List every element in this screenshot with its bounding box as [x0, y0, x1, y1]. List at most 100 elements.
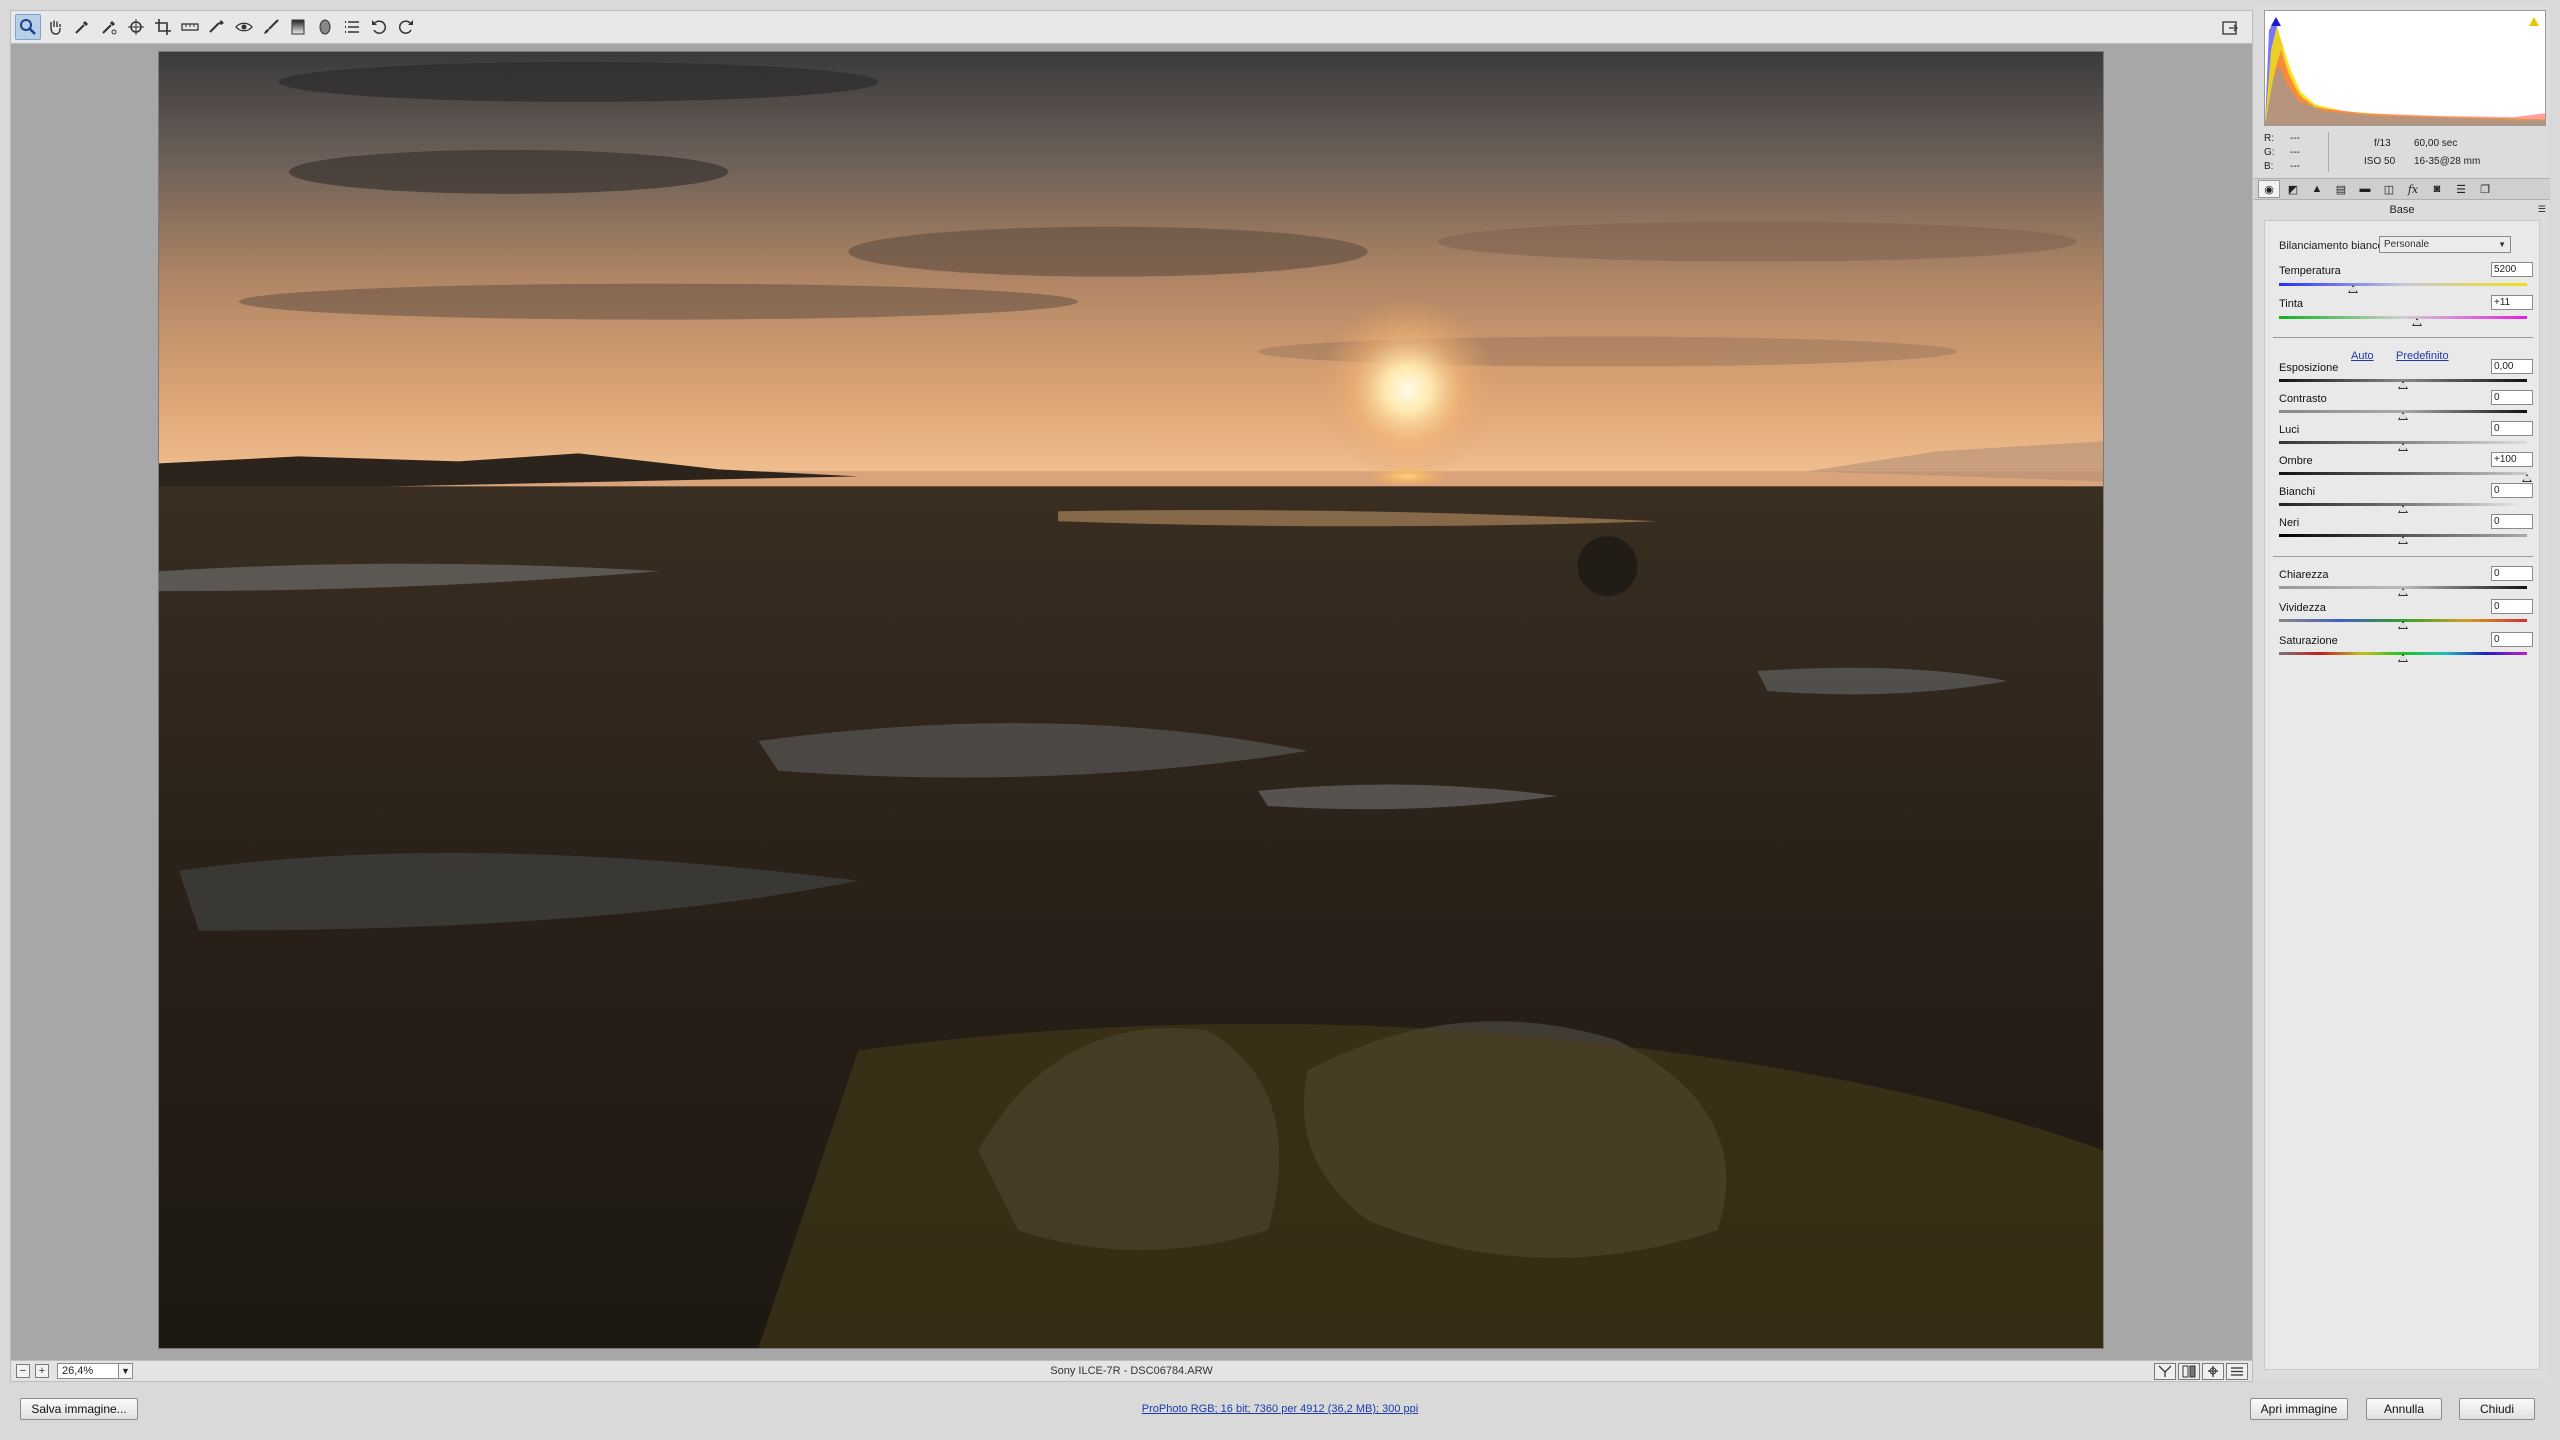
clarity-label: Chiarezza: [2279, 569, 2329, 581]
rotate-right-button[interactable]: [393, 14, 419, 40]
crop-tool-button[interactable]: [150, 14, 176, 40]
cancel-button[interactable]: Annulla: [2366, 1398, 2442, 1420]
tint-label: Tinta: [2279, 298, 2304, 310]
menu-lines-icon: [2231, 1367, 2243, 1376]
blacks-label: Neri: [2279, 517, 2300, 529]
tab-presets[interactable]: ☰: [2450, 180, 2472, 198]
temperature-label: Temperatura: [2279, 265, 2341, 277]
spot-removal-tool-button[interactable]: [204, 14, 230, 40]
adjustments-panel: R: --- G: --- B: --- f/13 60,00 sec ISO 50 …: [2254, 6, 2550, 1382]
white-balance-select[interactable]: Personale ▼: [2379, 236, 2511, 253]
spot-removal-icon: [209, 20, 224, 33]
highlights-label: Luci: [2279, 424, 2300, 436]
image-preview-area[interactable]: [10, 44, 2253, 1360]
default-link[interactable]: Predefinito: [2396, 350, 2449, 362]
temperature-slider-thumb[interactable]: [2348, 285, 2359, 293]
shadows-slider-track[interactable]: [2279, 472, 2527, 475]
color-sampler-tool-button[interactable]: [96, 14, 122, 40]
vibrance-value[interactable]: 0: [2491, 599, 2533, 614]
preview-status-bar: − + 26,4% ▼ Sony ILCE-7R - DSC06784.ARW: [10, 1360, 2253, 1382]
photo-preview[interactable]: [158, 51, 2104, 1349]
hand-tool-button[interactable]: [42, 14, 68, 40]
radial-filter-tool-button[interactable]: [312, 14, 338, 40]
sunset-seascape-image: [159, 52, 2103, 1348]
straighten-tool-button[interactable]: [177, 14, 203, 40]
open-image-button[interactable]: Apri immagine: [2250, 1398, 2348, 1420]
zoom-tool-button[interactable]: [15, 14, 41, 40]
contrast-slider-thumb[interactable]: [2398, 412, 2408, 420]
red-eye-tool-button[interactable]: [231, 14, 257, 40]
exposure-value[interactable]: 0,00: [2491, 359, 2533, 374]
image-filename: Sony ILCE-7R - DSC06784.ARW: [1050, 1365, 1213, 1377]
white-balance-label: Bilanciamento bianco:: [2279, 240, 2387, 252]
b-readout: B: ---: [2264, 161, 2300, 172]
tab-tone-curve[interactable]: ◩: [2282, 180, 2304, 198]
highlights-value[interactable]: 0: [2491, 421, 2533, 436]
adjustment-brush-tool-button[interactable]: [258, 14, 284, 40]
before-after-toggle-button[interactable]: [2154, 1363, 2176, 1380]
temperature-slider-track[interactable]: [2279, 283, 2527, 286]
shutter-value: 60,00 sec: [2414, 138, 2458, 149]
camera-info: R: --- G: --- B: --- f/13 60,00 sec ISO 50 …: [2264, 128, 2546, 176]
whites-label: Bianchi: [2279, 486, 2316, 498]
toggle-fullscreen-button[interactable]: [2217, 15, 2243, 41]
targeted-adjustment-tool-button[interactable]: [123, 14, 149, 40]
tab-split-toning[interactable]: ▬: [2354, 180, 2376, 198]
preview-preferences-button[interactable]: [2226, 1363, 2248, 1380]
workflow-options-link[interactable]: ProPhoto RGB; 16 bit; 7360 per 4912 (36,…: [0, 1403, 2560, 1415]
rotate-left-button[interactable]: [366, 14, 392, 40]
blacks-slider-thumb[interactable]: [2398, 536, 2408, 544]
shadow-clipping-indicator[interactable]: [2271, 17, 2281, 26]
panel-tabs: ◉ ◩ ▲ ▤ ▬ ◫ fx ◙ ☰ ❐: [2254, 178, 2550, 200]
tab-base[interactable]: ◉: [2258, 180, 2280, 198]
rotate-right-icon: [398, 20, 413, 34]
exposure-slider-thumb[interactable]: [2398, 381, 2408, 389]
auto-link[interactable]: Auto: [2351, 350, 2374, 362]
panel-menu-icon[interactable]: ☰: [2538, 204, 2546, 215]
shadows-slider-thumb[interactable]: [2522, 474, 2532, 482]
highlights-slider-thumb[interactable]: [2398, 443, 2408, 451]
clarity-value[interactable]: 0: [2491, 566, 2533, 581]
shadows-label: Ombre: [2279, 455, 2313, 467]
contrast-label: Contrasto: [2279, 393, 2327, 405]
highlight-clipping-indicator[interactable]: [2529, 17, 2539, 26]
vibrance-label: Vividezza: [2279, 602, 2326, 614]
swap-icon: [2182, 1365, 2196, 1378]
tab-camera-calibration[interactable]: ◙: [2426, 180, 2448, 198]
tone-curve-icon: ◩: [2287, 183, 2299, 196]
graduated-filter-tool-button[interactable]: [285, 14, 311, 40]
preferences-list-tool-button[interactable]: [339, 14, 365, 40]
white-balance-tool-button[interactable]: [69, 14, 95, 40]
saturation-slider-thumb[interactable]: [2398, 654, 2408, 662]
tab-detail[interactable]: ▲: [2306, 180, 2328, 198]
split-toning-icon: ▬: [2359, 183, 2371, 195]
vibrance-slider-thumb[interactable]: [2398, 621, 2408, 629]
zoom-icon: [20, 19, 36, 35]
r-readout: R: ---: [2264, 133, 2300, 144]
saturation-value[interactable]: 0: [2491, 632, 2533, 647]
camera-raw-window: − + 26,4% ▼ Sony ILCE-7R - DSC06784.ARW …: [0, 0, 2560, 1440]
tab-snapshots[interactable]: ❐: [2474, 180, 2496, 198]
crop-icon: [155, 19, 171, 35]
contrast-value[interactable]: 0: [2491, 390, 2533, 405]
clarity-slider-thumb[interactable]: [2398, 588, 2408, 596]
temperature-value[interactable]: 5200: [2491, 262, 2533, 277]
divider: [2273, 556, 2533, 557]
rotate-left-icon: [372, 20, 387, 34]
blacks-value[interactable]: 0: [2491, 514, 2533, 529]
close-button[interactable]: Chiudi: [2459, 1398, 2535, 1420]
view-buttons: [2152, 1363, 2248, 1380]
copy-settings-button[interactable]: [2202, 1363, 2224, 1380]
shadows-value[interactable]: +100: [2491, 452, 2533, 467]
tint-value[interactable]: +11: [2491, 295, 2533, 310]
tab-hsl[interactable]: ▤: [2330, 180, 2352, 198]
swap-settings-button[interactable]: [2178, 1363, 2200, 1380]
whites-value[interactable]: 0: [2491, 483, 2533, 498]
tab-lens[interactable]: ◫: [2378, 180, 2400, 198]
whites-slider-thumb[interactable]: [2398, 505, 2408, 513]
tab-effects[interactable]: fx: [2402, 180, 2424, 198]
iso-value: ISO 50: [2364, 156, 2396, 167]
tint-slider-thumb[interactable]: [2411, 318, 2422, 326]
tint-slider-track[interactable]: [2279, 316, 2527, 319]
hand-icon: [50, 20, 61, 35]
